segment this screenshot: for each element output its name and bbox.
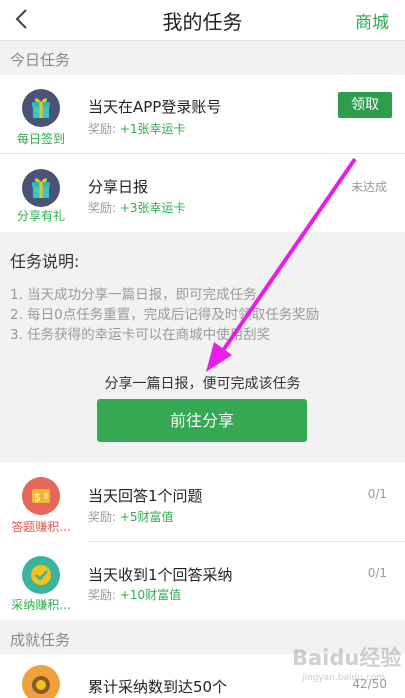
- gift-icon: [22, 89, 60, 127]
- task-caption: 采纳赚积...: [11, 598, 71, 612]
- task-reward: 奖励: +1张幸运卡: [88, 122, 186, 136]
- share-prompt: 分享一篇日报，便可完成该任务: [104, 376, 301, 392]
- section-title: 成就任务: [10, 631, 71, 649]
- watermark-sub: jingyan.baidu.com: [302, 673, 386, 683]
- reward-value: +1张幸运卡: [119, 122, 186, 136]
- mall-link[interactable]: 商城: [355, 8, 389, 33]
- task-daily-signin: 每日签到 当天在APP登录账号 奖励: +1张幸运卡 领取: [0, 85, 405, 153]
- task-caption: 每日签到: [16, 132, 65, 146]
- section-title: 今日任务: [10, 51, 71, 69]
- task-caption: 答题赚积...: [11, 520, 71, 534]
- task-name: 累计采纳数到达50个: [88, 678, 228, 696]
- coin-card-icon: $: [22, 477, 60, 515]
- task-name: 当天回答1个问题: [88, 487, 203, 505]
- task-progress: 0/1: [367, 566, 387, 580]
- task-reward: 奖励: +5财富值: [88, 510, 174, 524]
- task-name: 分享日报: [88, 178, 149, 196]
- task-reward: 奖励: +10财富值: [88, 588, 182, 602]
- badge-check-icon: [22, 556, 60, 594]
- task-progress: 0/1: [367, 487, 387, 501]
- instruction-line: 2. 每日0点任务重置，完成后记得及时领取任务奖励: [10, 307, 320, 323]
- task-name: 当天收到1个回答采纳: [88, 566, 233, 584]
- task-detail-panel: 任务说明: 1. 当天成功分享一篇日报，即可完成任务 2. 每日0点任务重置，完…: [0, 232, 405, 462]
- divider: [0, 153, 405, 154]
- watermark-text: Baidu经验: [292, 646, 402, 670]
- reward-value: +5财富值: [119, 510, 174, 524]
- task-answer-question: $ 答题赚积... 当天回答1个问题 奖励: +5财富值 0/1: [0, 473, 405, 539]
- instruction-line: 1. 当天成功分享一篇日报，即可完成任务: [10, 287, 257, 303]
- claim-button[interactable]: 领取: [338, 92, 392, 118]
- panel-heading: 任务说明:: [10, 252, 80, 271]
- go-share-button[interactable]: 前往分享: [97, 399, 307, 442]
- baidu-watermark: Baidu经验 jingyan.baidu.com: [292, 640, 402, 690]
- page-title: 我的任务: [162, 10, 243, 34]
- gift-icon: [22, 169, 60, 207]
- section-daily-tasks: 今日任务: [0, 41, 405, 75]
- task-share-report: 分享有礼 分享日报 奖励: +3张幸运卡 未达成: [0, 165, 405, 231]
- medal-icon: [22, 665, 60, 698]
- instruction-line: 3. 任务获得的幸运卡可以在商城中使用刮奖: [10, 327, 271, 343]
- reward-value: +3张幸运卡: [119, 201, 186, 215]
- task-name: 当天在APP登录账号: [88, 98, 222, 116]
- divider: [88, 541, 405, 542]
- task-answer-accepted: 采纳赚积... 当天收到1个回答采纳 奖励: +10财富值 0/1: [0, 552, 405, 618]
- svg-text:$: $: [34, 491, 41, 504]
- task-caption: 分享有礼: [16, 209, 65, 223]
- top-bar: 我的任务 商城: [0, 0, 405, 41]
- task-status: 未达成: [350, 180, 387, 194]
- task-reward: 奖励: +3张幸运卡: [88, 201, 186, 215]
- reward-value: +10财富值: [119, 588, 182, 602]
